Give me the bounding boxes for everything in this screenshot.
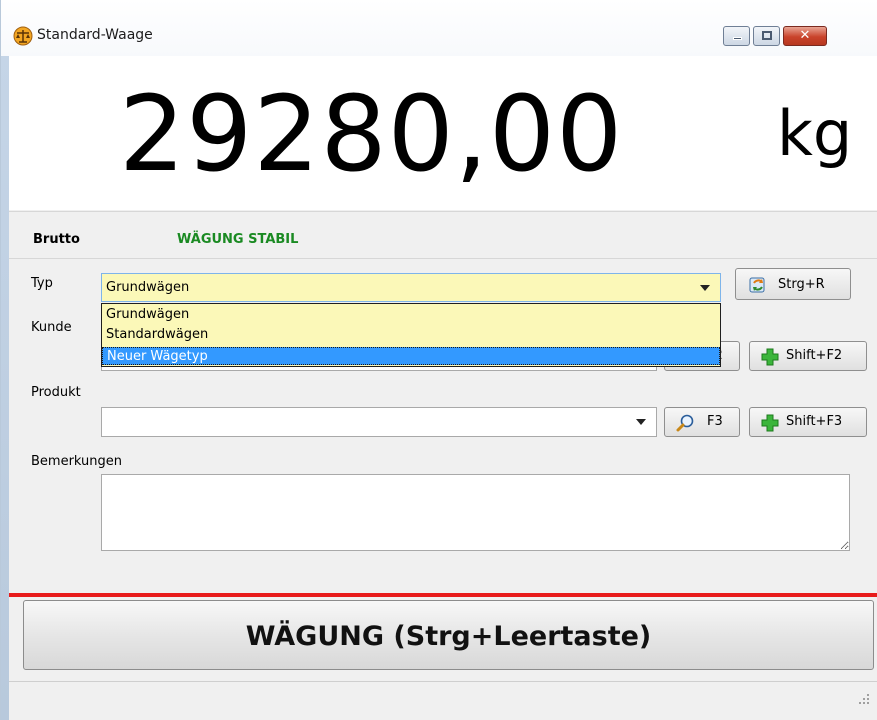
minimize-button[interactable]	[723, 26, 750, 46]
typ-option[interactable]: Grundwägen	[102, 306, 720, 324]
typ-option-highlighted[interactable]: Neuer Wägetyp	[102, 347, 720, 365]
kunde-label: Kunde	[31, 320, 72, 335]
produkt-search-label: F3	[707, 414, 723, 429]
produkt-add-button[interactable]: Shift+F3	[749, 407, 867, 437]
minimize-icon	[733, 37, 742, 40]
weight-unit: kg	[777, 97, 853, 170]
weight-value: 29280,00	[119, 73, 624, 195]
typ-combobox[interactable]: Grundwägen	[101, 273, 721, 302]
bemerkungen-label: Bemerkungen	[31, 454, 123, 469]
produkt-search-button[interactable]: F3	[664, 407, 740, 437]
plus-icon	[761, 348, 779, 366]
plus-icon	[761, 414, 779, 432]
typ-dropdown-list[interactable]: Grundwägen Standardwägen Neuer Wägetyp	[101, 303, 721, 367]
window-title: Standard-Waage	[37, 27, 153, 43]
scale-icon	[13, 26, 33, 46]
weighing-mode-label: Brutto	[33, 232, 80, 247]
produkt-label: Produkt	[31, 385, 81, 400]
status-row: Brutto WÄGUNG STABIL	[9, 211, 877, 259]
bemerkungen-textarea[interactable]	[101, 474, 850, 551]
produkt-combobox[interactable]	[101, 407, 657, 437]
maximize-icon	[762, 31, 772, 40]
kunde-add-button[interactable]: Shift+F2	[749, 341, 867, 371]
close-button[interactable]: ✕	[783, 26, 827, 46]
refresh-button-label: Strg+R	[778, 277, 825, 292]
stability-status: WÄGUNG STABIL	[177, 232, 299, 247]
chevron-down-icon[interactable]	[636, 419, 646, 425]
weigh-button[interactable]: WÄGUNG (Strg+Leertaste)	[23, 600, 874, 670]
application-window: Standard-Waage ✕ 29280,00 kg Brutto WÄGU…	[0, 0, 877, 720]
produkt-add-label: Shift+F3	[786, 414, 843, 429]
separator-line	[9, 593, 877, 597]
weigh-button-label: WÄGUNG (Strg+Leertaste)	[245, 621, 652, 652]
search-icon	[676, 414, 694, 432]
refresh-types-button[interactable]: Strg+R	[735, 268, 851, 300]
weight-display: 29280,00 kg	[9, 56, 877, 210]
resize-grip-icon[interactable]	[858, 693, 870, 705]
maximize-button[interactable]	[753, 26, 780, 46]
close-icon: ✕	[799, 28, 811, 43]
status-bar	[9, 681, 877, 709]
chevron-down-icon[interactable]	[700, 285, 710, 291]
kunde-add-label: Shift+F2	[786, 348, 843, 363]
typ-option[interactable]: Standardwägen	[102, 326, 720, 344]
typ-selected-value: Grundwägen	[106, 280, 190, 295]
refresh-icon	[749, 277, 765, 293]
typ-label: Typ	[31, 276, 53, 291]
title-bar[interactable]: Standard-Waage ✕	[1, 0, 877, 56]
